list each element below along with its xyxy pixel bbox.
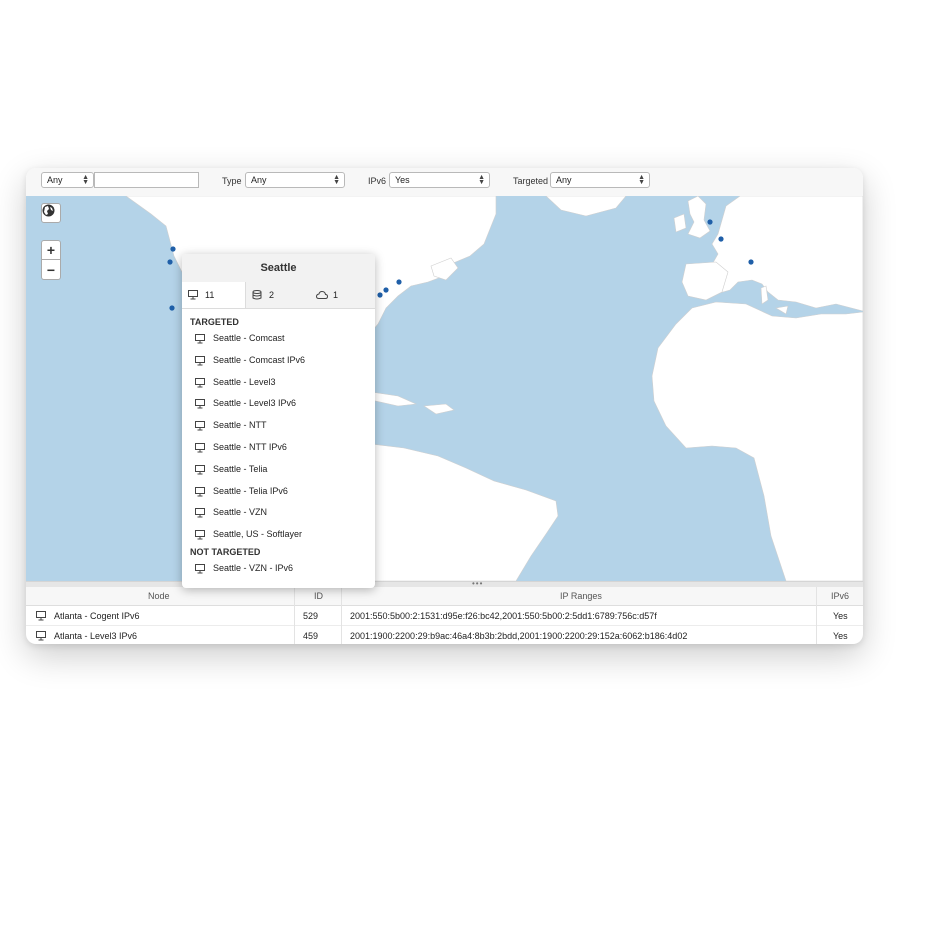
popup-node-label: Seattle - Level3 (213, 376, 276, 387)
zoom-out-button[interactable]: − (41, 260, 61, 280)
search-input[interactable] (94, 172, 199, 188)
monitor-icon (195, 530, 205, 540)
ipv6-label: IPv6 (368, 176, 387, 186)
monitor-icon (195, 486, 205, 497)
tab-count: 1 (333, 290, 339, 300)
map-land (125, 196, 863, 581)
popup-node-label: Seattle - Comcast IPv6 (213, 354, 306, 365)
table-row[interactable]: Atlanta - Level3 IPv6 459 2001:1900:2200… (26, 626, 863, 644)
scope-select[interactable]: Any ▲ ▼ (41, 172, 94, 188)
map-marker (169, 305, 175, 311)
world-map[interactable]: + − (26, 196, 863, 581)
select-caret-icon: ▲ ▼ (638, 174, 645, 186)
map-marker (377, 292, 383, 298)
select-caret-icon: ▲ ▼ (478, 174, 485, 186)
map-marker (170, 246, 176, 252)
tab-cloud[interactable]: 1 (310, 282, 375, 308)
monitor-icon (195, 421, 205, 431)
monitor-icon (195, 334, 205, 344)
cell-node: Atlanta - Cogent IPv6 (54, 611, 140, 621)
popup-node-label: Seattle, US - Softlayer (213, 529, 303, 540)
tab-databases[interactable]: 2 (246, 282, 310, 308)
map-marker (718, 236, 724, 242)
popup-node-label: Seattle - Level3 IPv6 (213, 398, 297, 409)
targeted-label: Targeted (513, 176, 549, 186)
popup-node-label: Seattle - NTT IPv6 (213, 442, 287, 452)
tab-count: 11 (205, 290, 215, 300)
cell-ipv6: Yes (833, 611, 848, 621)
monitor-icon (195, 355, 205, 366)
popup-tabs: 11 2 1 (182, 282, 375, 309)
targeted-select[interactable]: Any ▲ ▼ (550, 172, 650, 188)
monitor-icon (195, 443, 205, 453)
table-header: Node ID IP Ranges IPv6 (26, 587, 863, 606)
land-europe (705, 196, 863, 312)
ipv6-select[interactable]: Yes ▲ ▼ (389, 172, 490, 188)
type-select[interactable]: Any ▲ ▼ (245, 172, 345, 188)
cell-id: 529 (303, 611, 319, 621)
map-marker (167, 259, 173, 265)
popup-node-label: Seattle - NTT (213, 420, 267, 431)
land-greenland (545, 196, 627, 217)
map-marker (707, 219, 713, 225)
cloud-icon (316, 290, 328, 299)
cell-id: 459 (303, 631, 319, 641)
location-popup: Seattle 11 2 1 TARGETED Seattle - Comcas… (182, 254, 375, 588)
column-divider (341, 587, 342, 644)
popup-node-label: Seattle - VZN (213, 507, 268, 518)
cell-ipv6: Yes (833, 631, 848, 641)
popup-node-label: Seattle - Telia IPv6 (213, 485, 288, 496)
targeted-heading: TARGETED (190, 317, 239, 327)
globe-reset-button[interactable] (41, 203, 61, 223)
column-header-ip-ranges[interactable]: IP Ranges (560, 591, 602, 601)
cell-ip-ranges: 2001:1900:2200:29:b9ac:46a4:8b3b:2bdd,20… (350, 631, 688, 641)
type-label: Type (222, 176, 242, 186)
tab-count: 2 (269, 290, 275, 300)
popup-node-label: Seattle - Comcast (213, 333, 285, 343)
land-ireland (673, 213, 687, 233)
land-uk (687, 196, 711, 239)
column-divider (816, 587, 817, 644)
land-hispaniola (423, 403, 455, 415)
land-sicily (775, 305, 789, 315)
monitor-icon (36, 611, 46, 621)
map-marker (383, 287, 389, 293)
column-header-id[interactable]: ID (314, 591, 323, 601)
land-africa (651, 301, 863, 581)
zoom-in-button[interactable]: + (41, 240, 61, 260)
column-divider (294, 587, 295, 644)
monitor-icon (195, 564, 205, 574)
app-window: Any ▲ ▼ Type Any ▲ ▼ IPv6 Yes ▲ ▼ Targeted … (26, 168, 863, 644)
popup-node-label: Seattle - Telia (213, 463, 268, 474)
tab-monitors[interactable]: 11 (182, 282, 246, 308)
monitor-icon (195, 508, 205, 518)
monitor-icon (36, 631, 46, 641)
select-caret-icon: ▲ ▼ (82, 174, 89, 186)
column-header-ipv6[interactable]: IPv6 (831, 591, 849, 601)
cell-ip-ranges: 2001:550:5b00:2:1531:d95e:f26:bc42,2001:… (350, 611, 657, 621)
nodes-table: Node ID IP Ranges IPv6 Atlanta - Cogent … (26, 587, 863, 644)
monitor-icon (195, 464, 205, 475)
not-targeted-heading: NOT TARGETED (190, 547, 261, 557)
select-caret-icon: ▲ ▼ (333, 174, 340, 186)
land-iberia (681, 261, 729, 301)
popup-title: Seattle (182, 254, 375, 282)
cell-node: Atlanta - Level3 IPv6 (54, 631, 138, 641)
database-icon (252, 290, 262, 300)
monitor-icon (188, 290, 198, 300)
monitor-icon (195, 399, 205, 409)
monitor-icon (195, 377, 205, 388)
table-row[interactable]: Atlanta - Cogent IPv6 529 2001:550:5b00:… (26, 606, 863, 626)
filter-bar: Any ▲ ▼ Type Any ▲ ▼ IPv6 Yes ▲ ▼ Targeted … (26, 168, 863, 197)
globe-icon (42, 204, 55, 217)
popup-node-label: Seattle - VZN - IPv6 (213, 563, 294, 573)
map-marker (396, 279, 402, 285)
column-header-node[interactable]: Node (148, 591, 170, 601)
map-marker (748, 259, 754, 265)
